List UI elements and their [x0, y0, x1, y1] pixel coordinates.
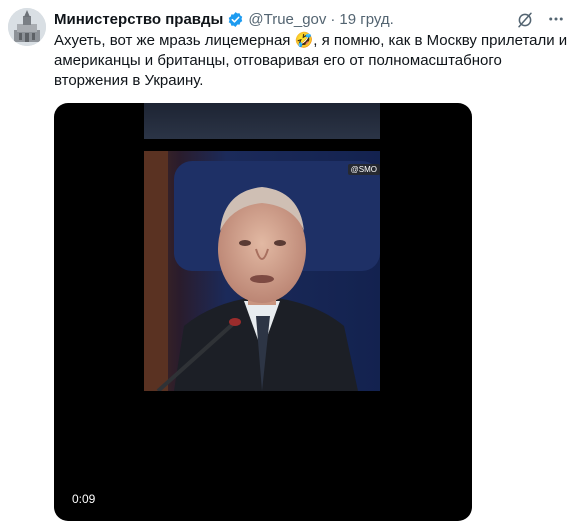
- verified-badge-icon[interactable]: [227, 11, 244, 28]
- tweet-text: Ахуеть, вот же мразь лицемерная 🤣, я пом…: [54, 32, 568, 89]
- display-name[interactable]: Министерство правды: [54, 11, 223, 28]
- separator-dot: ·: [330, 10, 336, 28]
- tweet-header: Министерство правды @True_gov · 19 груд.: [54, 9, 570, 29]
- more-options-icon[interactable]: [546, 9, 566, 29]
- avatar[interactable]: [8, 8, 46, 46]
- video-frame[interactable]: @SMO: [144, 151, 380, 391]
- tweet-date[interactable]: 19 груд.: [339, 11, 393, 28]
- video-duration: 0:09: [68, 491, 100, 507]
- video-watermark: @SMO: [347, 164, 380, 175]
- handle[interactable]: @True_gov: [248, 11, 326, 28]
- grok-icon[interactable]: [516, 11, 534, 29]
- video-player[interactable]: @SMO 0:09: [54, 103, 472, 521]
- tweet[interactable]: Министерство правды @True_gov · 19 груд.…: [0, 0, 580, 525]
- video-top-strip: [144, 103, 380, 139]
